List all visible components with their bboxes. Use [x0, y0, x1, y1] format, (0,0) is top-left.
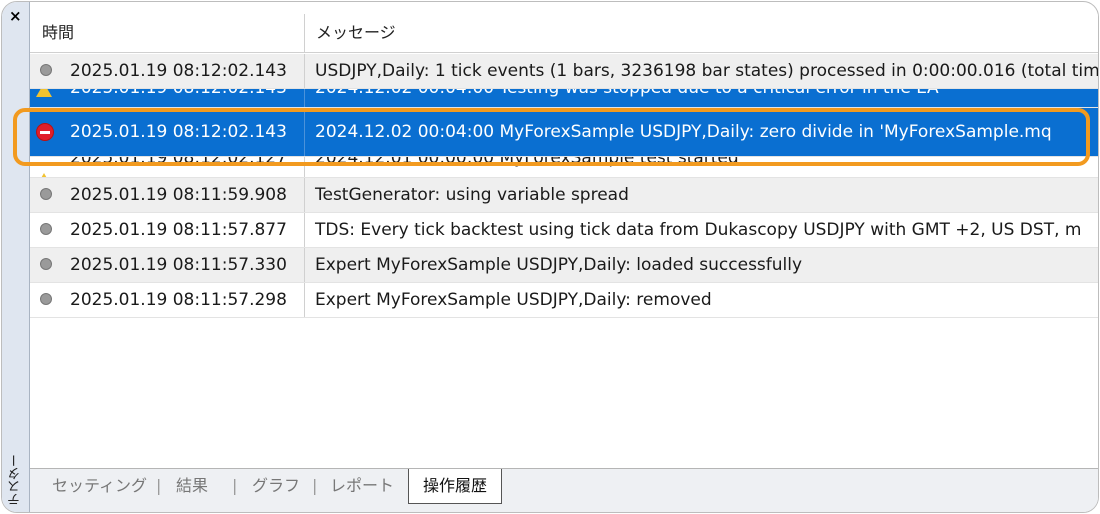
cell-divider — [304, 248, 305, 282]
tab-graph[interactable]: グラフ — [252, 469, 300, 503]
tab-separator: | — [312, 476, 318, 495]
log-message: 2024.12.01 00:00:00 MyForexSample test s… — [315, 157, 739, 168]
info-dot-icon — [40, 188, 52, 200]
cell-divider — [304, 157, 305, 177]
log-message: Expert MyForexSample USDJPY,Daily: remov… — [315, 290, 712, 310]
close-icon[interactable]: × — [9, 8, 22, 24]
tab-results[interactable]: 結果 — [176, 469, 208, 503]
log-row[interactable]: 2025.01.19 08:11:57.298 Expert MyForexSa… — [30, 283, 1098, 318]
tab-journal[interactable]: 操作履歴 — [408, 469, 503, 504]
tab-report[interactable]: レポート — [330, 469, 394, 503]
info-dot-icon — [40, 64, 52, 76]
cell-divider — [304, 178, 305, 212]
cell-divider — [304, 213, 305, 247]
column-header-time[interactable]: 時間 — [42, 14, 74, 52]
side-bar: × テスター — [2, 2, 30, 512]
info-dot-icon — [40, 223, 52, 235]
info-dot-icon — [40, 293, 52, 305]
tab-separator: | — [232, 476, 238, 495]
info-dot-icon — [40, 258, 52, 270]
log-time: 2025.01.19 08:11:57.330 — [70, 255, 287, 275]
journal-header: 時間 メッセージ — [30, 14, 1098, 53]
log-time: 2025.01.19 08:12:02.143 — [70, 61, 287, 81]
log-row[interactable]: 2025.01.19 08:12:02.127 2024.12.01 00:00… — [30, 157, 1098, 178]
log-time: 2025.01.19 08:12:02.143 — [70, 89, 287, 105]
log-time: 2025.01.19 08:11:59.908 — [70, 185, 287, 205]
log-time: 2025.01.19 08:12:02.143 — [70, 122, 287, 142]
warning-icon — [36, 89, 52, 97]
log-time: 2025.01.19 08:11:57.298 — [70, 290, 287, 310]
tab-separator: | — [156, 476, 162, 495]
cell-divider — [304, 54, 305, 88]
side-panel-label: テスター — [8, 454, 23, 506]
log-time: 2025.01.19 08:12:02.127 — [70, 157, 287, 168]
log-row-selected[interactable]: 2025.01.19 08:12:02.143 2024.12.02 00:04… — [30, 108, 1098, 157]
tester-tab-bar: セッティング | 結果 | グラフ | レポート 操作履歴 — [30, 468, 1098, 512]
log-message: TDS: Every tick backtest using tick data… — [315, 220, 1082, 240]
tester-panel: × テスター 時間 メッセージ 2025.01.19 08:12:02.143 … — [1, 1, 1099, 513]
cell-divider — [304, 108, 305, 156]
log-row[interactable]: 2025.01.19 08:11:59.908 TestGenerator: u… — [30, 178, 1098, 213]
log-row[interactable]: 2025.01.19 08:12:02.143 2024.12.02 00:04… — [30, 89, 1098, 108]
log-row[interactable]: 2025.01.19 08:12:02.143 USDJPY,Daily: 1 … — [30, 54, 1099, 89]
log-row[interactable]: 2025.01.19 08:11:57.877 TDS: Every tick … — [30, 213, 1098, 248]
log-message: 2024.12.02 00:04:00 MyForexSample USDJPY… — [315, 122, 1052, 142]
log-message: 2024.12.02 00:04:00 Testing was stopped … — [315, 89, 939, 105]
column-header-message[interactable]: メッセージ — [316, 14, 396, 52]
tab-settings[interactable]: セッティング — [52, 469, 147, 503]
column-divider[interactable] — [304, 14, 305, 52]
log-message: USDJPY,Daily: 1 tick events (1 bars, 323… — [315, 61, 1099, 81]
log-time: 2025.01.19 08:11:57.877 — [70, 220, 287, 240]
log-message: Expert MyForexSample USDJPY,Daily: loade… — [315, 255, 803, 275]
cell-divider — [304, 89, 305, 107]
journal-log-list: 2025.01.19 08:12:02.143 USDJPY,Daily: 1 … — [30, 54, 1099, 318]
error-icon — [36, 123, 54, 141]
cell-divider — [304, 283, 305, 317]
log-row[interactable]: 2025.01.19 08:11:57.330 Expert MyForexSa… — [30, 248, 1098, 283]
log-message: TestGenerator: using variable spread — [315, 185, 629, 205]
